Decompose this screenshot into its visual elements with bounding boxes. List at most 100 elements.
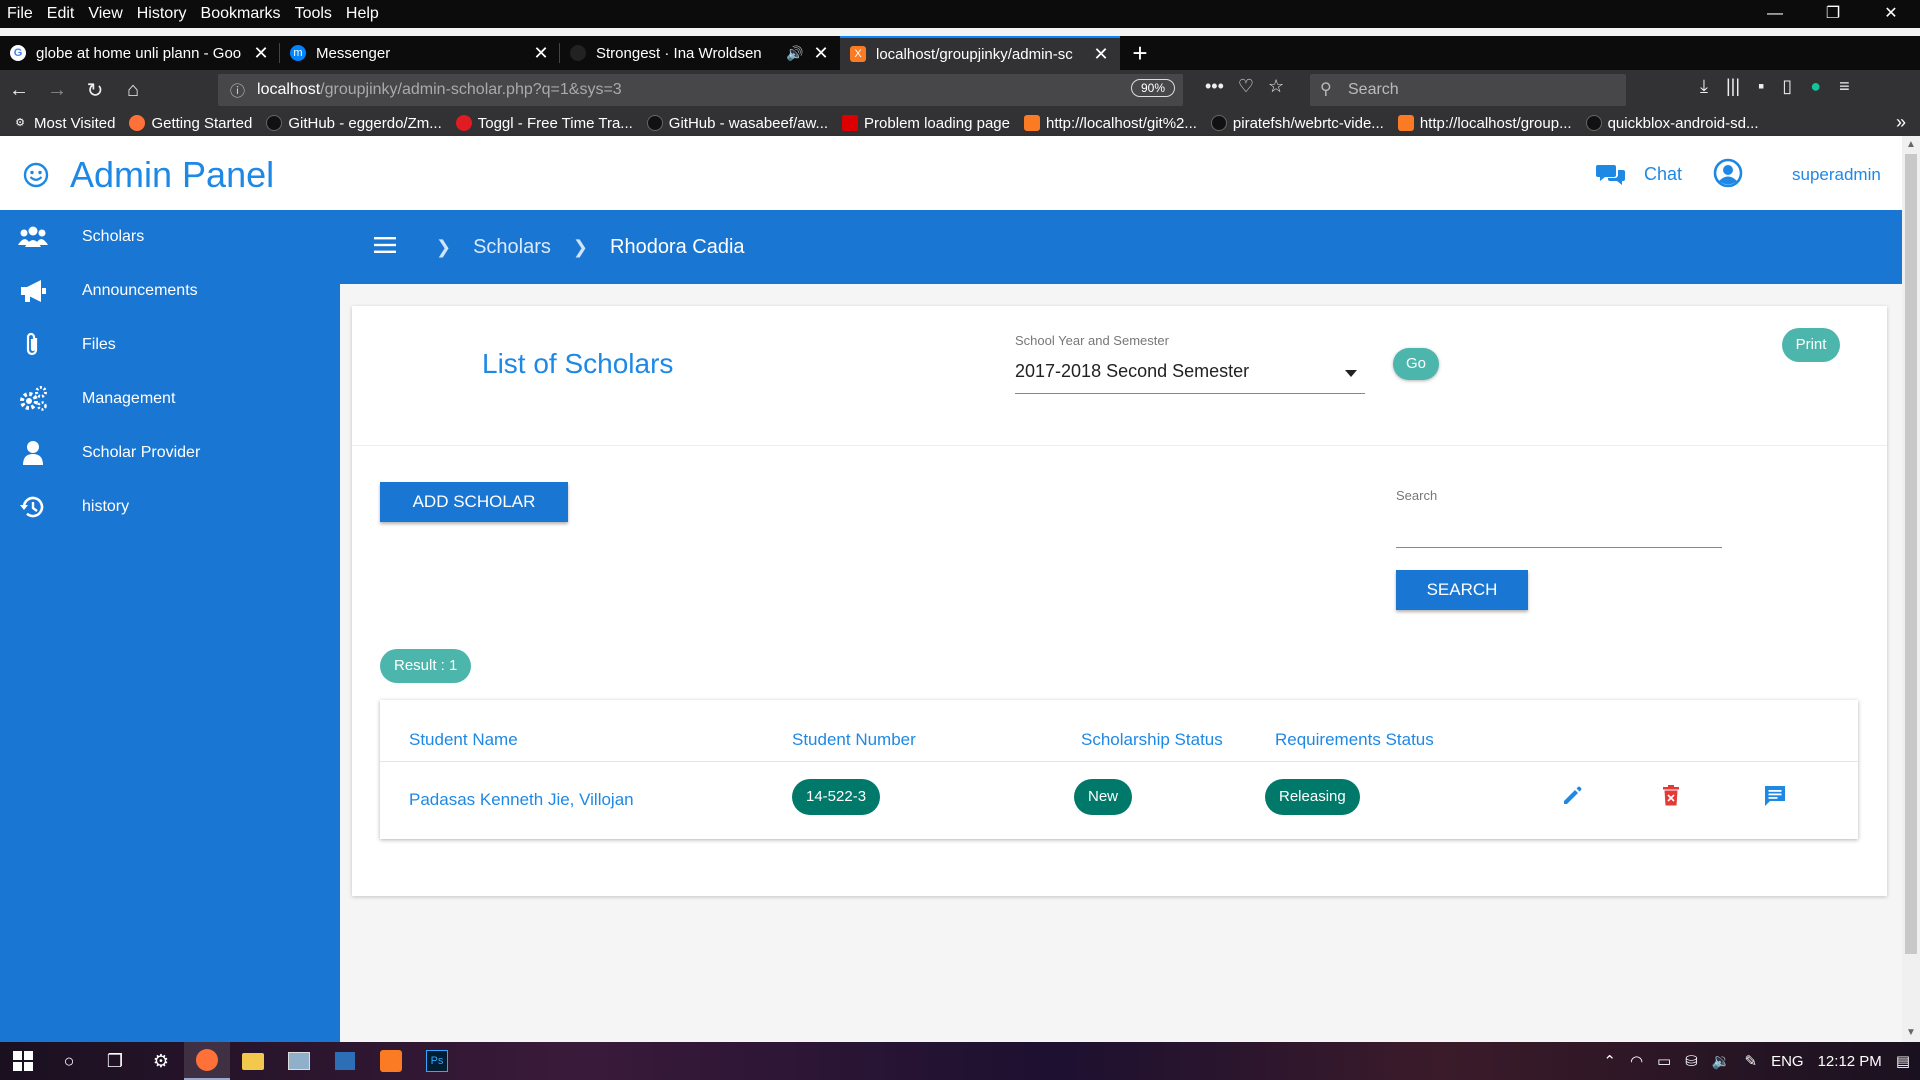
bookmark-label: Getting Started — [151, 114, 253, 132]
new-tab-button[interactable]: + — [1120, 36, 1160, 70]
bookmark-item[interactable]: http://localhost/git%2... — [1023, 115, 1197, 132]
add-scholar-button[interactable]: ADD SCHOLAR — [380, 482, 568, 522]
menu-history[interactable]: History — [130, 5, 194, 23]
browser-search-box[interactable]: ⚲ Search — [1310, 74, 1626, 106]
username-link[interactable]: superadmin — [1792, 165, 1881, 185]
forward-icon[interactable]: → — [38, 79, 76, 102]
volume-icon[interactable]: 🔉 — [1712, 1052, 1731, 1070]
cortana-icon[interactable]: ○ — [46, 1042, 92, 1080]
speaker-icon[interactable]: 🔊 — [786, 45, 804, 62]
print-button[interactable]: Print — [1782, 328, 1840, 362]
info-icon[interactable]: ⓘ — [230, 80, 245, 101]
bookmark-star-icon[interactable]: ☆ — [1268, 76, 1284, 97]
clock[interactable]: 12:12 PM — [1818, 1053, 1882, 1070]
bookmark-item[interactable]: GitHub - wasabeef/aw... — [646, 115, 828, 132]
restore-button[interactable]: ❐ — [1804, 0, 1862, 28]
settings-gear-icon[interactable]: ⚙ — [138, 1042, 184, 1080]
photoshop-icon[interactable]: Ps — [414, 1042, 460, 1080]
sidebar-toggle-icon[interactable]: ▯ — [1782, 76, 1792, 97]
file-explorer-icon[interactable] — [230, 1042, 276, 1080]
bookmark-item[interactable]: http://localhost/group... — [1397, 115, 1572, 132]
table-row: Padasas Kenneth Jie, Villojan 14-522-3 N… — [380, 761, 1858, 839]
menu-view[interactable]: View — [81, 5, 129, 23]
page-scrollbar[interactable]: ▲ ▼ — [1902, 136, 1920, 1042]
menu-tools[interactable]: Tools — [288, 5, 339, 23]
search-button[interactable]: SEARCH — [1396, 570, 1528, 610]
search-input[interactable] — [1396, 512, 1722, 548]
network-icon[interactable]: ⛁ — [1685, 1052, 1698, 1070]
user-circle-icon[interactable] — [1713, 158, 1743, 188]
more-actions-icon[interactable]: ••• — [1205, 76, 1224, 97]
brand[interactable]: Admin Panel — [22, 154, 274, 196]
home-icon[interactable]: ⌂ — [114, 79, 152, 102]
minimize-button[interactable]: — — [1746, 0, 1804, 28]
scrollbar-thumb[interactable] — [1905, 154, 1917, 954]
tray-overflow-icon[interactable]: ⌃ — [1603, 1052, 1616, 1070]
pocket-icon[interactable]: ♡ — [1238, 76, 1254, 97]
bookmark-item[interactable]: Toggl - Free Time Tra... — [455, 115, 633, 132]
close-tab-icon[interactable]: ✕ — [532, 43, 550, 64]
search-icon: ⚲ — [1320, 81, 1332, 98]
sidebar-item-history[interactable]: history — [0, 480, 340, 534]
url-bar[interactable]: ⓘ localhost/groupjinky/admin-scholar.php… — [218, 74, 1183, 106]
close-window-button[interactable]: ✕ — [1862, 0, 1920, 28]
megaphone-icon — [18, 276, 48, 306]
menu-bookmarks[interactable]: Bookmarks — [194, 5, 288, 23]
wifi-icon[interactable]: ◠ — [1630, 1052, 1643, 1070]
hamburger-menu-icon[interactable] — [374, 236, 396, 259]
bookmark-item[interactable]: quickblox-android-sd... — [1585, 115, 1759, 132]
edit-pencil-icon[interactable] — [1558, 782, 1586, 810]
xampp-icon: X — [850, 46, 866, 62]
bookmark-item[interactable]: Problem loading page — [842, 115, 1010, 132]
reload-icon[interactable]: ↻ — [76, 78, 114, 103]
photos-icon[interactable] — [276, 1042, 322, 1080]
sidebar-item-announcements[interactable]: Announcements — [0, 264, 340, 318]
breadcrumb-scholars[interactable]: Scholars — [473, 236, 551, 259]
tab-google[interactable]: G globe at home unli plann - Goo ✕ — [0, 36, 280, 70]
language-indicator[interactable]: ENG — [1771, 1053, 1804, 1070]
task-view-icon[interactable]: ❐ — [92, 1042, 138, 1080]
close-tab-icon[interactable]: ✕ — [812, 43, 830, 64]
school-year-select[interactable]: 2017-2018 Second Semester — [1015, 356, 1365, 394]
close-tab-icon[interactable]: ✕ — [252, 43, 270, 64]
page-title: List of Scholars — [482, 348, 674, 379]
windows-start-icon[interactable] — [0, 1042, 46, 1080]
menu-file[interactable]: File — [0, 5, 40, 23]
sidebar-item-files[interactable]: Files — [0, 318, 340, 372]
zoom-indicator[interactable]: 90% — [1131, 79, 1176, 97]
bookmark-item[interactable]: ⚙ Most Visited — [12, 115, 115, 132]
message-icon[interactable] — [1761, 782, 1789, 810]
chat-link[interactable]: Chat — [1596, 162, 1682, 186]
sidebar-item-management[interactable]: Management — [0, 372, 340, 426]
menu-edit[interactable]: Edit — [40, 5, 82, 23]
bookmark-item[interactable]: Getting Started — [129, 115, 252, 132]
library-icon[interactable]: ||| — [1726, 76, 1740, 97]
grammarly-icon[interactable]: ● — [1810, 76, 1821, 97]
sidebar-item-scholars[interactable]: Scholars — [0, 210, 340, 264]
sidebar-item-scholar-provider[interactable]: Scholar Provider — [0, 426, 340, 480]
menu-help[interactable]: Help — [339, 5, 386, 23]
delete-trash-icon[interactable] — [1657, 782, 1685, 810]
go-button[interactable]: Go — [1393, 348, 1439, 380]
bookmark-item[interactable]: GitHub - eggerdo/Zm... — [266, 115, 442, 132]
extension-icon[interactable]: ▪ — [1758, 76, 1764, 97]
tab-music[interactable]: Strongest · Ina Wroldsen 🔊 ✕ — [560, 36, 840, 70]
bookmarks-overflow-icon[interactable]: » — [1896, 112, 1906, 133]
tab-localhost[interactable]: X localhost/groupjinky/admin-sc ✕ — [840, 36, 1120, 70]
pen-icon[interactable]: ✎ — [1745, 1052, 1758, 1070]
firefox-taskbar-icon[interactable] — [184, 1042, 230, 1080]
back-icon[interactable]: ← — [0, 79, 38, 102]
download-icon[interactable]: ⤓ — [1700, 76, 1708, 97]
close-tab-icon[interactable]: ✕ — [1092, 44, 1110, 65]
xampp-taskbar-icon[interactable] — [368, 1042, 414, 1080]
student-name-link[interactable]: Padasas Kenneth Jie, Villojan — [409, 790, 634, 810]
tab-messenger[interactable]: m Messenger ✕ — [280, 36, 560, 70]
scroll-down-arrow-icon[interactable]: ▼ — [1902, 1024, 1920, 1042]
chevron-right-icon: ❯ — [436, 236, 452, 257]
scroll-up-arrow-icon[interactable]: ▲ — [1902, 136, 1920, 154]
hamburger-menu-icon[interactable]: ≡ — [1839, 76, 1850, 97]
store-icon[interactable] — [322, 1042, 368, 1080]
notifications-icon[interactable]: ▤ — [1896, 1052, 1910, 1070]
battery-icon[interactable]: ▭ — [1657, 1052, 1671, 1070]
bookmark-item[interactable]: piratefsh/webrtc-vide... — [1210, 115, 1384, 132]
